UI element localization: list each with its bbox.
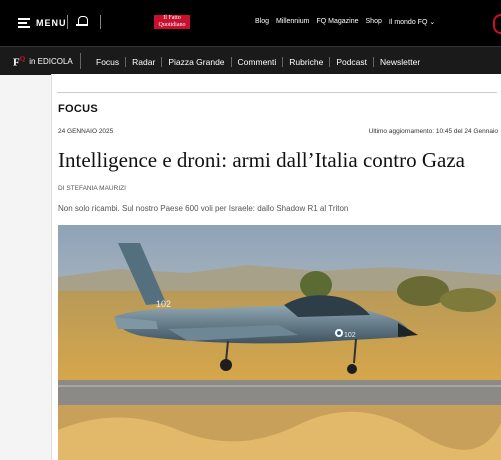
menu-button[interactable]: MENU (18, 16, 67, 30)
byline: DI STEFANIA MAURIZI (58, 185, 126, 192)
link-il-mondo-fq-label: Il mondo FQ (388, 19, 428, 26)
fq-logo-small: Q (19, 55, 26, 63)
nav-podcast[interactable]: Podcast (329, 57, 373, 67)
publish-date: 24 GENNAIO 2025 (58, 128, 114, 135)
tail-number: 102 (156, 299, 171, 309)
nav-focus[interactable]: Focus (96, 57, 125, 67)
section-rule (57, 92, 497, 93)
section-label[interactable]: FOCUS (58, 103, 98, 115)
link-millennium[interactable]: Millennium (276, 18, 309, 26)
logo-line-1: Il Fatto (163, 15, 181, 21)
divider (80, 53, 81, 69)
fq-logo-letter: F (13, 56, 20, 69)
author-link[interactable]: STEFANIA MAURIZI (66, 185, 126, 192)
article-photo: 102 102 (58, 225, 501, 460)
top-links: Blog Millennium FQ Magazine Shop Il mond… (255, 18, 435, 26)
edicola-link[interactable]: FQ in EDICOLA (13, 55, 73, 69)
logo-line-2: Quotidiano (158, 22, 186, 28)
nav-rubriche[interactable]: Rubriche (282, 57, 329, 67)
last-updated: Ultimo aggiornamento: 10:45 del 24 Genna… (368, 128, 498, 135)
fq-logo-icon: FQ (13, 55, 25, 69)
article-dek: Non solo ricambi. Sul nostro Paese 600 v… (58, 204, 349, 213)
nav-piazza-grande[interactable]: Piazza Grande (161, 57, 230, 67)
bell-icon[interactable] (76, 16, 88, 26)
article: FOCUS 24 GENNAIO 2025 Ultimo aggiornamen… (51, 74, 501, 460)
link-fq-magazine[interactable]: FQ Magazine (316, 18, 358, 26)
top-bar: MENU Il Fatto Quotidiano Blog Millennium… (0, 0, 501, 46)
nav-commenti[interactable]: Commenti (230, 57, 283, 67)
chevron-down-icon: ⌄ (429, 19, 436, 26)
main-nav: Focus Radar Piazza Grande Commenti Rubri… (96, 57, 426, 67)
link-il-mondo-fq[interactable]: Il mondo FQ ⌄ (389, 18, 435, 26)
link-blog[interactable]: Blog (255, 18, 269, 26)
section-nav-bar: FQ in EDICOLA Focus Radar Piazza Grande … (0, 46, 501, 75)
article-headline: Intelligence e droni: armi dall’Italia c… (58, 148, 465, 172)
hamburger-icon (18, 18, 30, 28)
edicola-label: in EDICOLA (29, 57, 73, 67)
nav-newsletter[interactable]: Newsletter (373, 57, 426, 67)
divider (67, 15, 68, 29)
link-shop[interactable]: Shop (366, 18, 382, 26)
user-avatar[interactable] (493, 14, 501, 34)
nav-radar[interactable]: Radar (125, 57, 161, 67)
site-logo[interactable]: Il Fatto Quotidiano (154, 15, 190, 29)
nose-number: 102 (344, 332, 356, 339)
divider (100, 15, 101, 29)
jet-aircraft-photo: 102 102 (58, 225, 501, 460)
menu-label: MENU (36, 18, 67, 28)
byline-prefix: DI (58, 185, 65, 192)
